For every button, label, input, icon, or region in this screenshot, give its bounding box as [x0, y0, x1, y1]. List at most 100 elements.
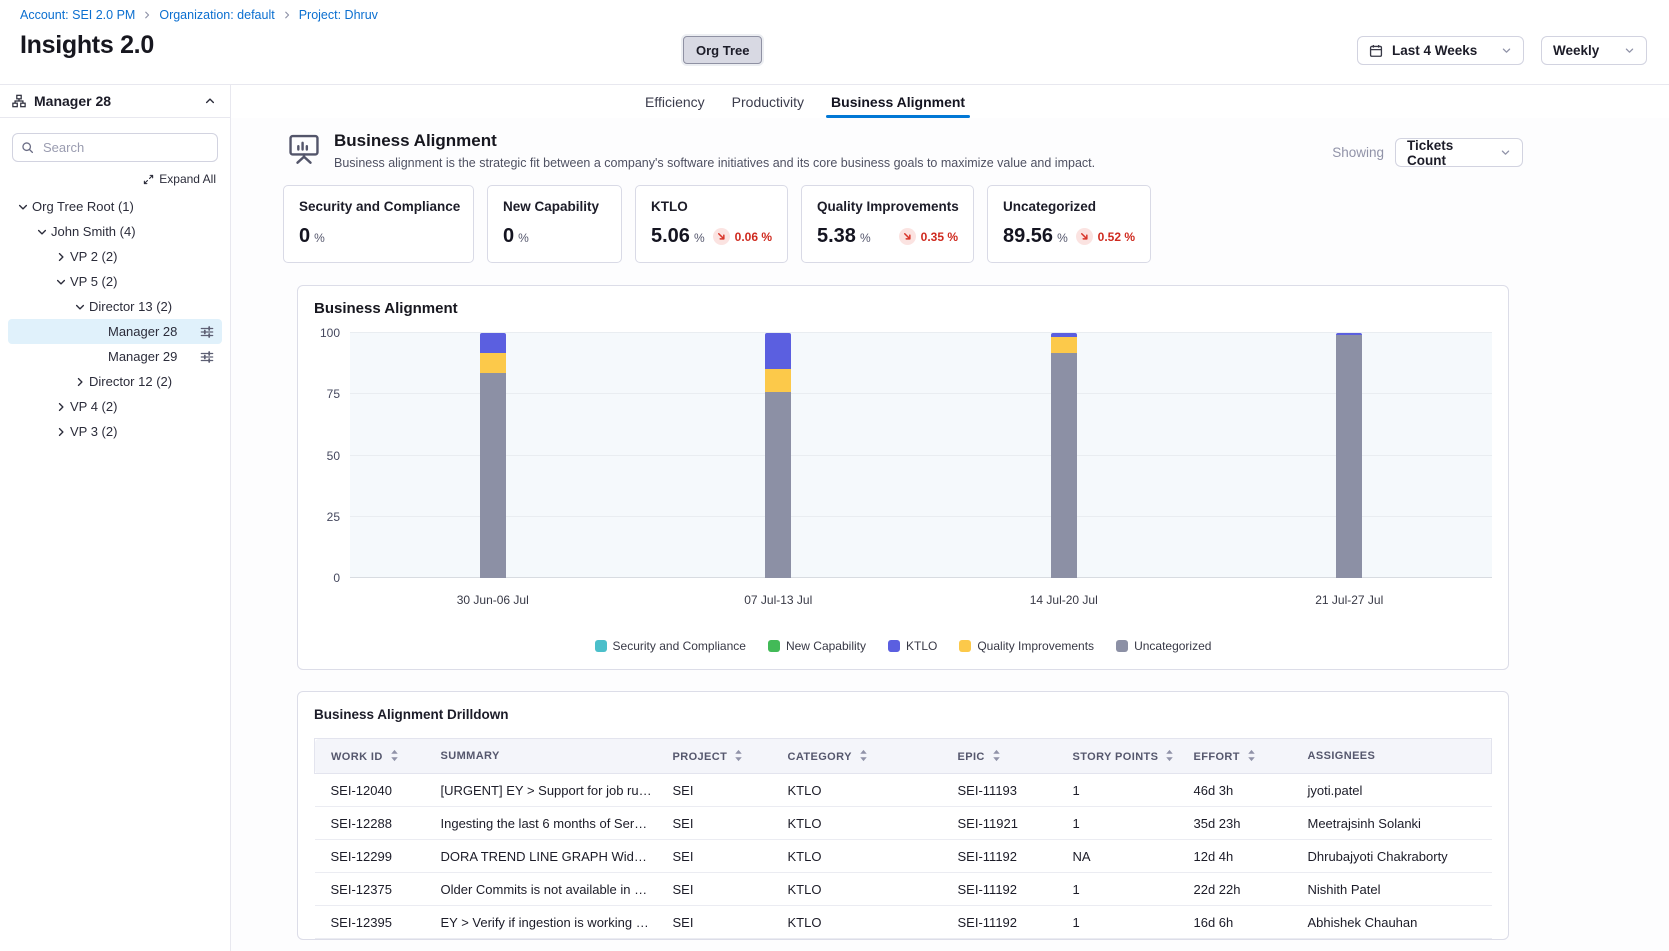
- cell-epic: SEI-11921: [948, 807, 1063, 840]
- chevron-down-icon[interactable]: [52, 276, 70, 288]
- stacked-bar-30-jun-06-jul[interactable]: [480, 333, 506, 578]
- showing-select[interactable]: Tickets Count: [1395, 138, 1523, 167]
- column-header-story-points[interactable]: STORY POINTS: [1063, 739, 1184, 774]
- tab-efficiency[interactable]: Efficiency: [645, 85, 705, 118]
- chevron-right-icon[interactable]: [52, 251, 70, 263]
- tree-item-label: Director 13 (2): [89, 299, 172, 314]
- table-row[interactable]: SEI-12040[URGENT] EY > Support for job r…: [315, 774, 1492, 807]
- sliders-icon[interactable]: [200, 325, 214, 339]
- cell-effort: 12d 4h: [1184, 840, 1298, 873]
- cell-effort: 46d 3h: [1184, 774, 1298, 807]
- table-row[interactable]: SEI-12288Ingesting the last 6 months of …: [315, 807, 1492, 840]
- search-input[interactable]: [12, 133, 218, 162]
- cell-category: KTLO: [778, 774, 948, 807]
- gridline: [350, 455, 1492, 456]
- cell-story-points: 1: [1063, 774, 1184, 807]
- y-tick-label: 50: [327, 449, 340, 463]
- tree-item-label: Manager 29: [108, 349, 177, 364]
- tree-item-vp-3-2[interactable]: VP 3 (2): [8, 419, 222, 444]
- chevron-down-icon: [1501, 45, 1512, 56]
- legend-item-quality-improvements[interactable]: Quality Improvements: [959, 639, 1094, 653]
- stacked-bar-07-jul-13-jul[interactable]: [765, 333, 791, 578]
- bar-segment-quality-improvements[interactable]: [1051, 337, 1077, 353]
- insights-dashboard: { "breadcrumb": { "items": ["Account: SE…: [0, 0, 1669, 951]
- tree-item-vp-2-2[interactable]: VP 2 (2): [8, 244, 222, 269]
- sliders-icon[interactable]: [200, 350, 214, 364]
- tree-item-john-smith-4[interactable]: John Smith (4): [8, 219, 222, 244]
- legend-label: New Capability: [786, 639, 866, 653]
- bar-segment-ktlo[interactable]: [480, 333, 506, 353]
- tree-item-org-tree-root-1[interactable]: Org Tree Root (1): [8, 194, 222, 219]
- tree-item-vp-4-2[interactable]: VP 4 (2): [8, 394, 222, 419]
- sidebar-title: Manager 28: [34, 93, 111, 109]
- granularity-select[interactable]: Weekly: [1541, 36, 1647, 65]
- bar-segment-uncategorized[interactable]: [1336, 335, 1362, 578]
- tab-bar: Efficiency Productivity Business Alignme…: [231, 85, 1669, 118]
- content-scroll-area: Business Alignment Business alignment is…: [231, 118, 1669, 951]
- chevron-right-icon[interactable]: [52, 401, 70, 413]
- cell-project: SEI: [663, 807, 778, 840]
- tree-item-label: VP 5 (2): [70, 274, 117, 289]
- legend-item-new-capability[interactable]: New Capability: [768, 639, 866, 653]
- chevron-right-icon[interactable]: [71, 376, 89, 388]
- stacked-bar-14-jul-20-jul[interactable]: [1051, 333, 1077, 578]
- cell-category: KTLO: [778, 873, 948, 906]
- stat-card-title: New Capability: [503, 199, 606, 214]
- chevron-down-icon[interactable]: [71, 301, 89, 313]
- sidebar-collapse-button[interactable]: [202, 93, 218, 109]
- legend-item-security-and-compliance[interactable]: Security and Compliance: [595, 639, 746, 653]
- presentation-chart-icon: [287, 133, 321, 170]
- cell-category: KTLO: [778, 840, 948, 873]
- cell-story-points: 1: [1063, 906, 1184, 939]
- tab-productivity[interactable]: Productivity: [732, 85, 804, 118]
- column-header-work-id[interactable]: WORK ID: [315, 739, 431, 774]
- chevron-down-icon[interactable]: [14, 201, 32, 213]
- bar-segment-uncategorized[interactable]: [765, 392, 791, 578]
- legend-item-uncategorized[interactable]: Uncategorized: [1116, 639, 1211, 653]
- bar-segment-ktlo[interactable]: [765, 333, 791, 369]
- column-header-category[interactable]: CATEGORY: [778, 739, 948, 774]
- calendar-icon: [1369, 44, 1383, 58]
- breadcrumb-project-link[interactable]: Project: Dhruv: [299, 8, 378, 22]
- column-header-epic[interactable]: EPIC: [948, 739, 1063, 774]
- cell-summary: DORA TREND LINE GRAPH Widgets is n...: [431, 840, 663, 873]
- column-header-effort[interactable]: EFFORT: [1184, 739, 1298, 774]
- cell-summary: EY > Verify if ingestion is working as e…: [431, 906, 663, 939]
- y-tick-label: 25: [327, 510, 340, 524]
- bar-segment-uncategorized[interactable]: [1051, 353, 1077, 578]
- table-row[interactable]: SEI-12395EY > Verify if ingestion is wor…: [315, 906, 1492, 939]
- bar-segment-uncategorized[interactable]: [480, 373, 506, 578]
- x-tick-label: 07 Jul-13 Jul: [744, 593, 812, 607]
- bar-segment-quality-improvements[interactable]: [765, 369, 791, 392]
- column-header-project[interactable]: PROJECT: [663, 739, 778, 774]
- trend-down-icon: [1076, 228, 1093, 245]
- x-axis-labels: 30 Jun-06 Jul07 Jul-13 Jul14 Jul-20 Jul2…: [350, 578, 1492, 614]
- tree-item-manager-28[interactable]: Manager 28: [8, 319, 222, 344]
- table-row[interactable]: SEI-12299DORA TREND LINE GRAPH Widgets i…: [315, 840, 1492, 873]
- gridline: [350, 393, 1492, 394]
- tree-item-label: VP 4 (2): [70, 399, 117, 414]
- chevron-right-icon[interactable]: [52, 426, 70, 438]
- expand-all-button[interactable]: Expand All: [14, 172, 216, 186]
- cell-effort: 35d 23h: [1184, 807, 1298, 840]
- tree-item-label: Org Tree Root (1): [32, 199, 134, 214]
- tree-item-manager-29[interactable]: Manager 29: [8, 344, 222, 369]
- y-axis: 0255075100: [314, 333, 350, 578]
- chevron-down-icon[interactable]: [33, 226, 51, 238]
- cell-story-points: 1: [1063, 807, 1184, 840]
- tab-business-alignment[interactable]: Business Alignment: [831, 85, 965, 118]
- breadcrumb-organization-link[interactable]: Organization: default: [159, 8, 274, 22]
- legend-item-ktlo[interactable]: KTLO: [888, 639, 937, 653]
- tree-item-vp-5-2[interactable]: VP 5 (2): [8, 269, 222, 294]
- stat-card-quality-improvements: Quality Improvements5.38%0.35 %: [801, 185, 974, 263]
- tree-item-director-12-2[interactable]: Director 12 (2): [8, 369, 222, 394]
- org-tree-button[interactable]: Org Tree: [683, 36, 762, 64]
- breadcrumb-account-link[interactable]: Account: SEI 2.0 PM: [20, 8, 135, 22]
- y-tick-label: 75: [327, 387, 340, 401]
- table-row[interactable]: SEI-12375Older Commits is not available …: [315, 873, 1492, 906]
- date-range-select[interactable]: Last 4 Weeks: [1357, 36, 1524, 65]
- tree-item-director-13-2[interactable]: Director 13 (2): [8, 294, 222, 319]
- chevron-down-icon: [1624, 45, 1635, 56]
- bar-segment-quality-improvements[interactable]: [480, 353, 506, 374]
- stacked-bar-21-jul-27-jul[interactable]: [1336, 333, 1362, 578]
